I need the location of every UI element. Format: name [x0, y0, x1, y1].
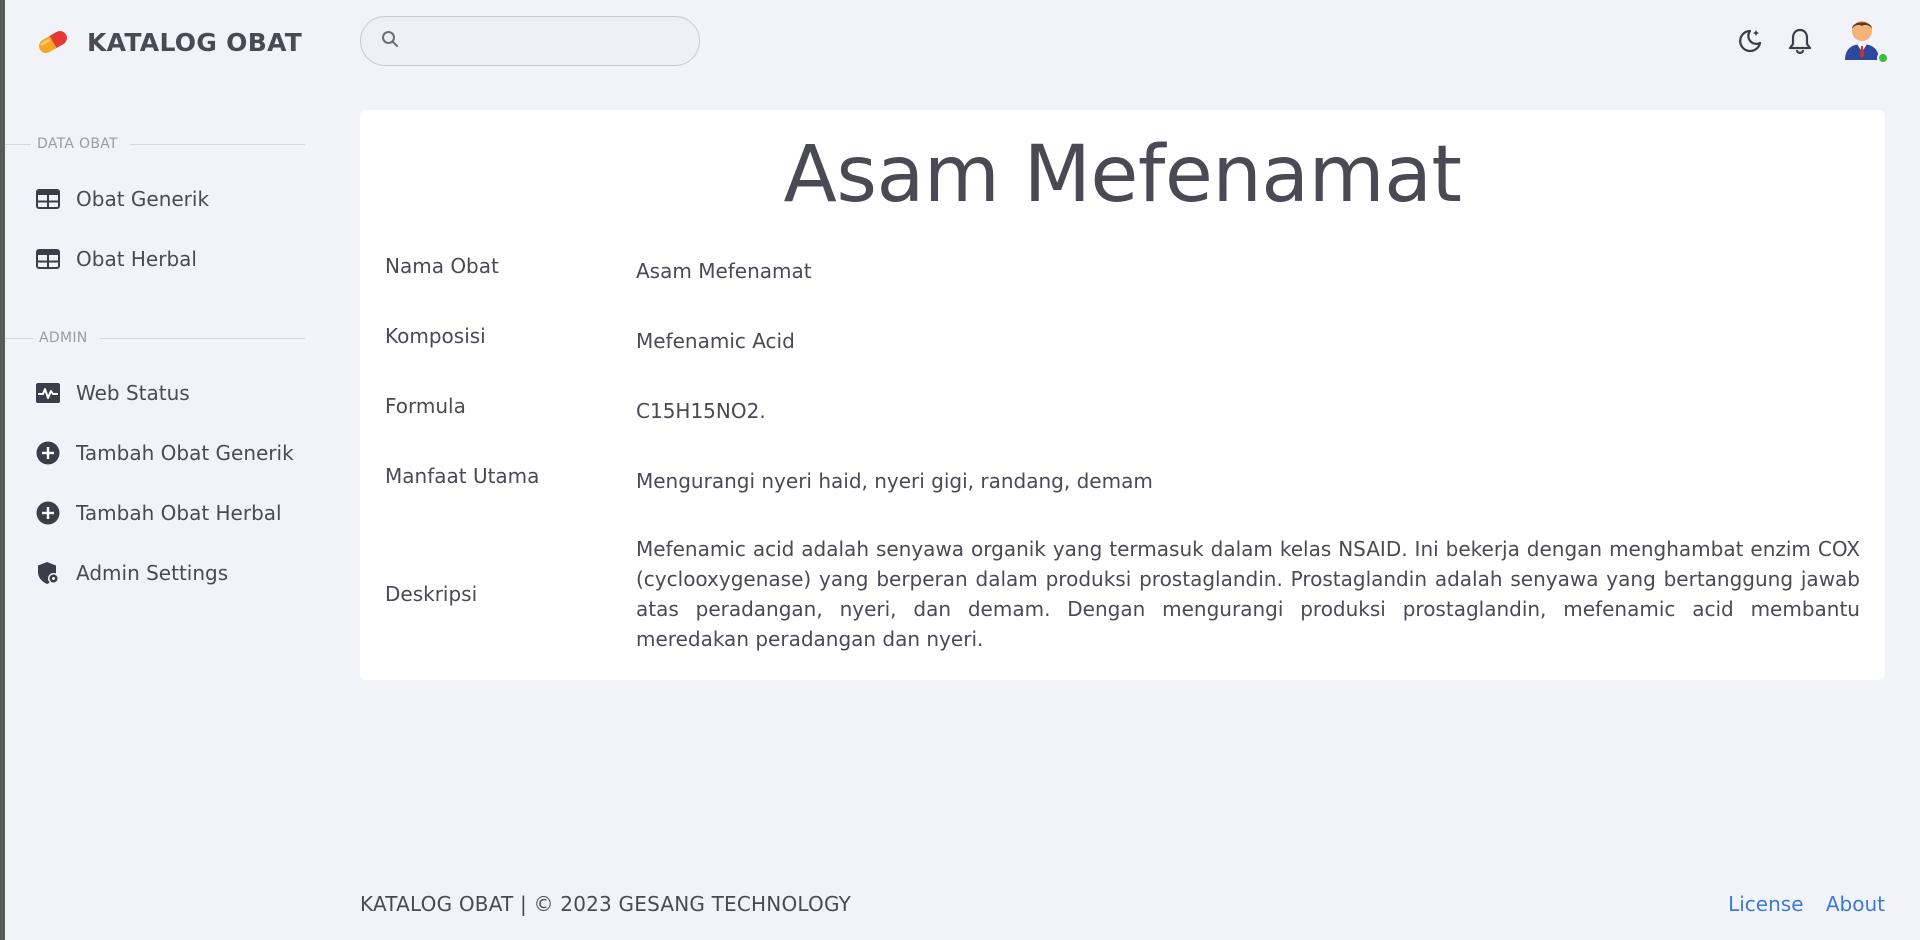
sidebar-item-label: Tambah Obat Herbal — [76, 501, 282, 525]
avatar[interactable] — [1839, 14, 1889, 66]
table-icon — [35, 246, 61, 272]
sidebar-item-label: Obat Herbal — [76, 247, 197, 271]
sidebar-item-obat-generik[interactable]: Obat Generik — [35, 179, 209, 219]
field-label: Formula — [385, 394, 466, 418]
bell-icon[interactable] — [1783, 24, 1817, 58]
search-input[interactable] — [411, 17, 699, 65]
pill-icon — [35, 24, 75, 60]
moon-icon[interactable] — [1733, 24, 1767, 58]
field-label: Manfaat Utama — [385, 464, 540, 488]
field-value: Asam Mefenamat — [636, 259, 812, 283]
search-box[interactable] — [360, 16, 700, 66]
sidebar-item-web-status[interactable]: Web Status — [35, 373, 190, 413]
field-value: Mefenamic acid adalah senyawa organik ya… — [636, 537, 1860, 651]
sidebar-item-label: Web Status — [76, 381, 190, 405]
sidebar-item-tambah-obat-herbal[interactable]: Tambah Obat Herbal — [35, 493, 282, 533]
sidebar-item-label: Obat Generik — [76, 187, 210, 211]
page-title: Asam Mefenamat — [783, 130, 1462, 220]
detail-card: Asam Mefenamat Nama Obat Asam Mefenamat … — [360, 110, 1885, 680]
sidebar-item-tambah-obat-generik[interactable]: Tambah Obat Generik — [35, 433, 294, 473]
shield-gear-icon — [35, 560, 61, 586]
plus-circle-icon — [35, 500, 61, 526]
online-status-dot — [1877, 52, 1889, 64]
sidebar-item-admin-settings[interactable]: Admin Settings — [35, 553, 228, 593]
table-icon — [35, 186, 61, 212]
field-label: Deskripsi — [385, 582, 478, 606]
sidebar-item-label: Admin Settings — [76, 561, 229, 585]
plus-circle-icon — [35, 440, 61, 466]
section-label: DATA OBAT — [37, 136, 118, 152]
field-value: C15H15NO2. — [636, 399, 766, 423]
field-label: Komposisi — [385, 324, 486, 348]
pulse-icon — [35, 380, 61, 406]
section-label: ADMIN — [39, 330, 88, 346]
app-window: KATALOG OBAT DATA OBAT Obat Generik Obat… — [5, 0, 1920, 940]
sidebar-section-admin: ADMIN — [5, 328, 305, 348]
search-icon — [381, 30, 399, 52]
footer-copyright: KATALOG OBAT | © 2023 GESANG TECHNOLOGY — [360, 892, 852, 916]
license-link[interactable]: License — [1728, 892, 1803, 916]
sidebar-section-data-obat: DATA OBAT — [5, 134, 305, 154]
brand-title: KATALOG OBAT — [87, 27, 303, 57]
field-label: Nama Obat — [385, 254, 499, 278]
about-link[interactable]: About — [1826, 892, 1885, 916]
field-value: Mefenamic Acid — [636, 329, 795, 353]
sidebar-item-label: Tambah Obat Generik — [76, 441, 294, 465]
footer-links: License About — [1712, 892, 1885, 916]
field-value: Mengurangi nyeri haid, nyeri gigi, randa… — [636, 469, 1153, 493]
sidebar-item-obat-herbal[interactable]: Obat Herbal — [35, 239, 197, 279]
brand[interactable]: KATALOG OBAT — [35, 24, 302, 60]
